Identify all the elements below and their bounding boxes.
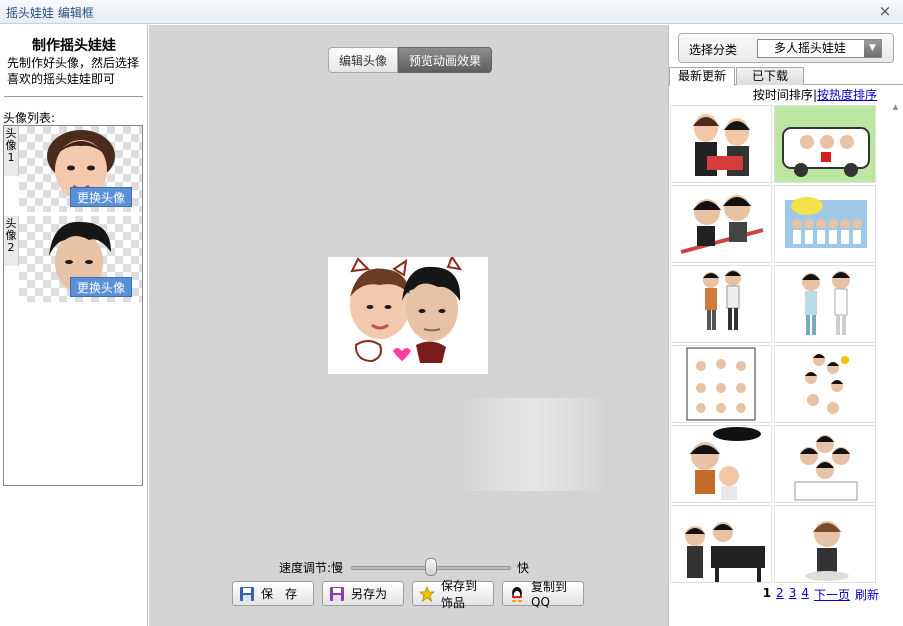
floppy-disk-icon [239, 586, 255, 602]
category-select[interactable]: 多人摇头娃娃 ▼ [757, 39, 882, 58]
category-label: 选择分类 [689, 43, 738, 57]
save-label: 保 存 [261, 587, 298, 601]
next-page-link[interactable]: 下一页 [814, 586, 850, 603]
copy-to-qq-button[interactable]: 复制到QQ [502, 580, 584, 609]
tab-latest[interactable]: 最新更新 [669, 67, 735, 86]
head-item-1[interactable]: 头像1 更换头像 [4, 126, 142, 212]
replace-head-button[interactable]: 更换头像 [70, 277, 132, 297]
template-thumbnail[interactable] [774, 265, 876, 343]
template-tabs: 最新更新 已下载 [669, 67, 903, 86]
head-list-label: 头像列表: [3, 111, 56, 125]
save-button[interactable]: 保 存 [232, 581, 314, 606]
speed-slow-label: 速度调节:慢 [279, 561, 344, 575]
template-thumbnail[interactable] [670, 425, 772, 503]
head-item-2[interactable]: 头像2 更换头像 [4, 216, 142, 302]
tab-preview-animation[interactable]: 预览动画效果 [398, 47, 493, 73]
category-value: 多人摇头娃娃 [774, 41, 847, 55]
template-thumbnail[interactable] [670, 105, 772, 183]
template-thumbnail[interactable] [774, 505, 876, 583]
head-item-tag: 头像2 [4, 216, 19, 266]
speed-fast-label: 快 [517, 561, 530, 575]
close-icon[interactable]: × [877, 2, 893, 20]
head-item-tag: 头像1 [4, 126, 19, 176]
head-list: 头像1 更换头像 头像2 更换头像 [3, 125, 143, 486]
speed-slider-handle[interactable] [425, 558, 437, 576]
tab-edit-head[interactable]: 编辑头像 [328, 47, 399, 73]
qq-penguin-icon [509, 586, 525, 602]
sort-by-time-link[interactable]: 按时间排序 [753, 88, 813, 102]
template-thumbnail[interactable] [774, 345, 876, 423]
template-thumbnail[interactable] [670, 185, 772, 263]
replace-head-button[interactable]: 更换头像 [70, 187, 132, 207]
panel-description: 先制作好头像，然后选择喜欢的摇头娃娃即可 [7, 56, 140, 86]
title-bar: 摇头娃娃 编辑框 × [0, 0, 903, 24]
pagination: 1 2 3 4 下一页 刷新 [763, 586, 879, 603]
page-link-2[interactable]: 2 [776, 586, 784, 603]
divider [4, 96, 143, 97]
template-thumbnail[interactable] [774, 105, 876, 183]
template-panel: 选择分类 多人摇头娃娃 ▼ 最新更新 已下载 按时间排序|按热度排序 ▲ 1 2… [668, 25, 903, 626]
left-panel: 制作摇头娃娃 先制作好头像，然后选择喜欢的摇头娃娃即可 头像列表: 头像1 更换… [0, 25, 148, 626]
save-as-label: 另存为 [351, 587, 388, 601]
scroll-up-icon[interactable]: ▲ [891, 103, 900, 112]
page-link-4[interactable]: 4 [801, 586, 809, 603]
action-buttons: 保 存 另存为 保存到饰品 复制到QQ [232, 579, 584, 610]
tab-downloaded[interactable]: 已下载 [736, 67, 804, 85]
template-thumbnail[interactable] [774, 425, 876, 503]
template-thumbnail[interactable] [670, 505, 772, 583]
panel-heading: 制作摇头娃娃 [32, 38, 116, 54]
template-thumbnail[interactable] [670, 345, 772, 423]
category-bar: 选择分类 多人摇头娃娃 ▼ [678, 33, 894, 63]
sort-options: 按时间排序|按热度排序 [753, 86, 877, 103]
preview-area: 编辑头像 预览动画效果 速度调节:慢 快 保 存 另存为 保存到饰品 复制到QQ [149, 25, 668, 626]
scrollbar[interactable]: ▲ [891, 103, 900, 583]
copy-to-qq-label: 复制到QQ [531, 580, 568, 609]
save-as-button[interactable]: 另存为 [322, 581, 404, 606]
template-thumbnail[interactable] [670, 265, 772, 343]
mode-tabs: 编辑头像 预览动画效果 [328, 47, 493, 73]
template-thumbnail[interactable] [774, 185, 876, 263]
page-link-3[interactable]: 3 [789, 586, 797, 603]
save-to-accessory-label: 保存到饰品 [441, 578, 478, 610]
sort-by-popularity-link[interactable]: 按热度排序 [817, 88, 877, 102]
star-icon [418, 585, 436, 602]
save-to-accessory-button[interactable]: 保存到饰品 [412, 579, 494, 610]
chevron-down-icon[interactable]: ▼ [864, 40, 881, 57]
bobblehead-preview-image [350, 254, 463, 363]
speed-control: 速度调节:慢 快 [279, 557, 539, 577]
floppy-disk-icon [329, 586, 345, 602]
window-title: 摇头娃娃 编辑框 [6, 6, 94, 20]
page-current: 1 [762, 586, 772, 600]
preview-shadow [459, 398, 608, 491]
animation-preview [328, 254, 488, 374]
refresh-link[interactable]: 刷新 [855, 586, 879, 603]
